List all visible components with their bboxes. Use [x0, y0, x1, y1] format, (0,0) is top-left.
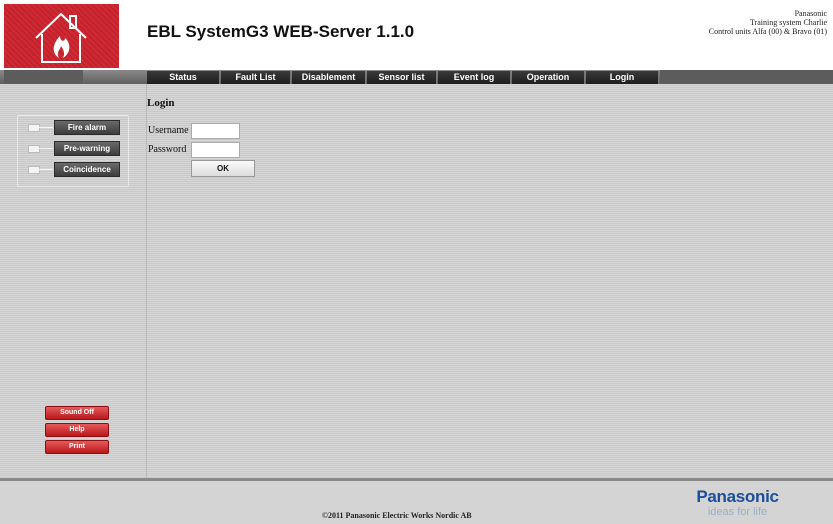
fire-alarm-button[interactable]: Fire alarm	[54, 120, 120, 135]
print-button[interactable]: Print	[45, 440, 109, 454]
tab-fault-list[interactable]: Fault List	[221, 71, 291, 84]
sound-off-button[interactable]: Sound Off	[45, 406, 109, 420]
led-connector	[39, 127, 53, 128]
nav-spacer-right	[660, 70, 833, 84]
brand-tagline: ideas for life	[707, 506, 768, 518]
page-title: Login	[147, 97, 175, 109]
footer: ©2011 Panasonic Electric Works Nordic AB…	[0, 481, 833, 524]
fire-alarm-led-icon	[28, 124, 40, 132]
coincidence-button[interactable]: Coincidence	[54, 162, 120, 177]
alarm-indicator-panel: Fire alarm Pre-warning Coincidence	[17, 115, 129, 187]
led-connector	[39, 148, 53, 149]
ok-button[interactable]: OK	[191, 160, 255, 177]
nav-spacer-left	[4, 70, 83, 84]
copyright-text: ©2011 Panasonic Electric Works Nordic AB	[322, 511, 472, 520]
coincidence-led-icon	[28, 166, 40, 174]
tab-event-log[interactable]: Event log	[438, 71, 511, 84]
nav-bar: Status Fault List Disablement Sensor lis…	[0, 70, 833, 84]
brand-name: Panasonic	[696, 487, 779, 506]
username-input[interactable]	[191, 123, 240, 139]
pre-warning-button[interactable]: Pre-warning	[54, 141, 120, 156]
system-name: Training system Charlie	[749, 18, 827, 27]
tab-disablement[interactable]: Disablement	[292, 71, 366, 84]
tab-login[interactable]: Login	[586, 71, 659, 84]
logo	[4, 4, 119, 68]
app-title: EBL SystemG3 WEB-Server 1.1.0	[147, 22, 415, 41]
password-label: Password	[148, 144, 187, 155]
house-fire-icon	[35, 12, 87, 63]
system-info: Panasonic Training system Charlie Contro…	[709, 9, 827, 36]
manufacturer-label: Panasonic	[794, 9, 827, 18]
password-input[interactable]	[191, 142, 240, 158]
pre-warning-led-icon	[28, 145, 40, 153]
tab-status[interactable]: Status	[147, 71, 220, 84]
header: EBL SystemG3 WEB-Server 1.1.0 Panasonic …	[0, 0, 833, 70]
tab-operation[interactable]: Operation	[512, 71, 585, 84]
tab-sensor-list[interactable]: Sensor list	[367, 71, 437, 84]
panasonic-logo: Panasonic ideas for life	[685, 487, 790, 521]
control-units: Control units Alfa (00) & Bravo (01)	[708, 27, 827, 36]
page: EBL SystemG3 WEB-Server 1.1.0 Panasonic …	[0, 0, 833, 524]
led-connector	[39, 169, 53, 170]
username-label: Username	[148, 125, 189, 136]
help-button[interactable]: Help	[45, 423, 109, 437]
